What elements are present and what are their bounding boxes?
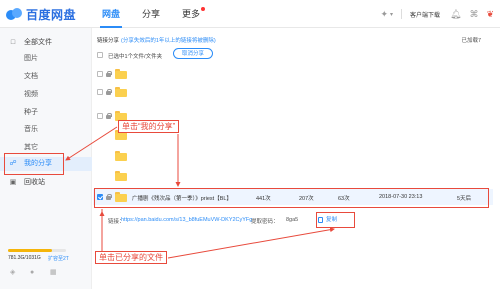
apple-icon[interactable]: ● — [30, 269, 37, 276]
list-item[interactable] — [93, 84, 493, 100]
share-link-row: 链接： https://pan.baidu.com/s/13_b8fuEMuVW… — [93, 214, 493, 226]
sidebar-item-recycle-bin[interactable]: ▣ 回收站 — [0, 176, 92, 190]
row-checkbox[interactable] — [97, 113, 103, 119]
sidebar-item-label: 种子 — [24, 109, 38, 116]
folder-icon — [115, 151, 127, 161]
android-icon[interactable]: ◈ — [10, 269, 17, 276]
top-header: 百度网盘 网盘 分享 更多 ✦ ▾ 客户端下载 🔔︎ ⌘ ❦ — [0, 0, 500, 28]
logo-text: 百度网盘 — [26, 7, 77, 22]
windows-icon[interactable]: ▦ — [50, 269, 57, 276]
sidebar-item-label: 回收站 — [24, 179, 45, 186]
highlight-box-copy — [316, 212, 355, 228]
loaded-count: 已加载7 — [461, 38, 481, 44]
top-nav: 网盘 分享 更多 — [99, 0, 222, 28]
share-link-url[interactable]: https://pan.baidu.com/s/13_b8fuEMuVW-DKY… — [121, 217, 252, 223]
lock-icon — [106, 71, 112, 77]
expand-storage-link[interactable]: 扩容至2T — [48, 255, 69, 262]
storage-quota-text: 781.3G/1031G — [8, 255, 41, 261]
star-icon[interactable]: ✦ — [380, 9, 388, 20]
list-item[interactable] — [93, 66, 493, 82]
sidebar-item-documents[interactable]: 文档 — [0, 70, 92, 84]
row-checkbox[interactable] — [97, 71, 103, 77]
tshirt-icon[interactable]: ⌘ — [469, 9, 478, 20]
trash-icon: ▣ — [9, 179, 17, 186]
breadcrumb-note: (分享失效后的1年以上的链接将被删除) — [121, 38, 216, 44]
sidebar-item-label: 音乐 — [24, 126, 38, 133]
header-right: ✦ ▾ 客户端下载 🔔︎ ⌘ ❦ — [372, 0, 494, 28]
nav-tab-more-label: 更多 — [182, 9, 201, 19]
select-all-checkbox[interactable] — [97, 52, 103, 58]
notification-dot — [201, 7, 206, 11]
app-download-icons: ◈ ● ▦ — [10, 269, 70, 276]
nav-tab-netdisk[interactable]: 网盘 — [99, 0, 123, 28]
sidebar-item-images[interactable]: 图片 — [0, 52, 92, 66]
chevron-down-icon[interactable]: ▾ — [390, 11, 393, 18]
baidu-netdisk-logo[interactable]: 百度网盘 — [6, 7, 77, 22]
lock-icon — [106, 113, 112, 119]
extraction-code-label: 提取密码： — [251, 219, 279, 225]
list-item[interactable] — [93, 168, 493, 184]
callout-shared-file: 单击已分享的文件 — [95, 251, 167, 264]
sidebar-item-all-files[interactable]: □ 全部文件 — [0, 36, 92, 50]
sidebar-item-torrents[interactable]: 种子 — [0, 106, 92, 120]
main-content: 链接分享 (分享失效后的1年以上的链接将被删除) 已加载7 已选中1个文件/文件夹… — [93, 28, 500, 289]
highlight-box-shared-file — [94, 188, 489, 208]
sidebar-item-label: 视频 — [24, 91, 38, 98]
cancel-share-button[interactable]: 取消分享 — [173, 48, 213, 59]
sidebar-item-music[interactable]: 音乐 — [0, 123, 92, 137]
extraction-code: 8ga5 — [286, 217, 299, 223]
cancel-share-label: 取消分享 — [181, 51, 204, 57]
header-divider — [401, 9, 402, 19]
bell-icon[interactable]: 🔔︎ — [450, 9, 461, 20]
nav-tab-share[interactable]: 分享 — [142, 0, 160, 28]
highlight-box-my-share — [4, 153, 64, 175]
client-download-link[interactable]: 客户端下载 — [410, 10, 440, 19]
sidebar-item-videos[interactable]: 视频 — [0, 88, 92, 102]
callout-my-share: 单击“我的分享” — [118, 120, 180, 133]
list-item[interactable] — [93, 148, 493, 164]
storage-quota-bar — [8, 249, 66, 252]
sidebar-item-label: 全部文件 — [24, 39, 52, 46]
folder-icon — [115, 69, 127, 79]
breadcrumb-title[interactable]: 链接分享 — [97, 38, 119, 44]
nav-tab-more[interactable]: 更多 — [182, 0, 206, 28]
file-icon: □ — [10, 39, 16, 46]
gift-icon[interactable]: ❦ — [486, 9, 494, 20]
folder-icon — [115, 87, 127, 97]
breadcrumb: 链接分享 (分享失效后的1年以上的链接将被删除) — [97, 36, 216, 44]
sidebar-item-label: 文档 — [24, 73, 38, 80]
storage-quota-fill — [8, 249, 52, 252]
selection-count-text: 已选中1个文件/文件夹 — [108, 54, 163, 60]
lock-icon — [106, 89, 112, 95]
sidebar-item-label: 图片 — [24, 55, 38, 62]
folder-icon — [115, 171, 127, 181]
cloud-logo-icon — [6, 8, 22, 20]
row-checkbox[interactable] — [97, 89, 103, 95]
